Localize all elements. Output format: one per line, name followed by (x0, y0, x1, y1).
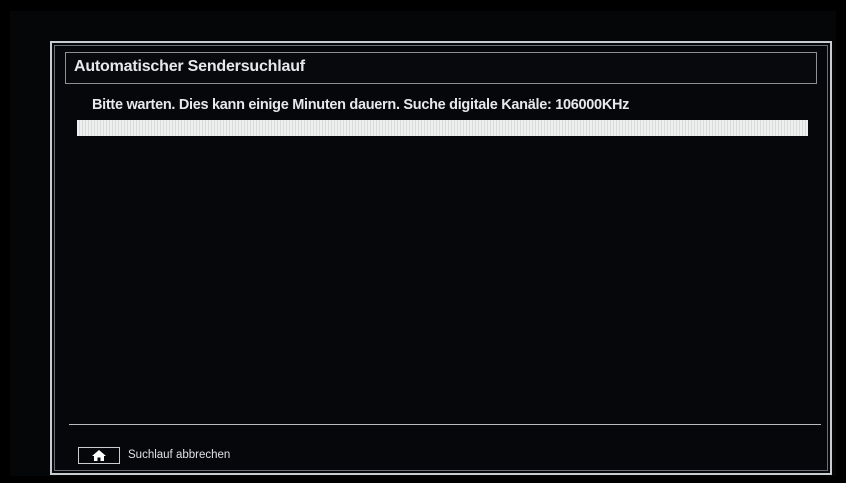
cancel-scan-button[interactable] (78, 446, 120, 464)
cancel-scan-label: Suchlauf abbrechen (128, 449, 231, 461)
scan-progress-bar (77, 120, 808, 136)
dialog-title-bar: Automatischer Sendersuchlauf (65, 52, 817, 84)
scan-progress-fill (77, 120, 808, 136)
home-icon (92, 449, 106, 461)
channel-scan-dialog: Automatischer Sendersuchlauf Bitte warte… (50, 41, 832, 475)
tv-screen: Automatischer Sendersuchlauf Bitte warte… (0, 0, 846, 483)
scan-status-text: Bitte warten. Dies kann einige Minuten d… (92, 97, 630, 113)
tv-panel: Automatischer Sendersuchlauf Bitte warte… (10, 11, 836, 476)
dialog-title: Automatischer Sendersuchlauf (74, 58, 305, 75)
footer: Suchlauf abbrechen (78, 445, 230, 465)
footer-divider (69, 424, 821, 425)
